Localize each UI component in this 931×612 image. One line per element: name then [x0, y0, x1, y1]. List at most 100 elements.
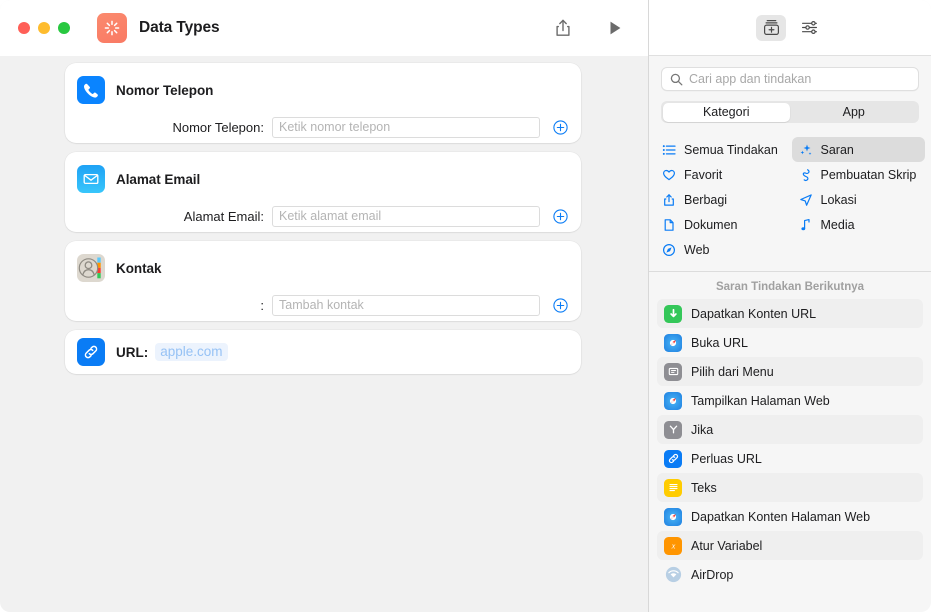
action-card-url[interactable]: URL: apple.com: [65, 330, 581, 374]
minimize-button[interactable]: [38, 22, 50, 34]
shortcuts-window: Data Types Nomor Telepon Nomor Telepon: …: [0, 0, 931, 612]
category-item-dokumen[interactable]: Dokumen: [655, 212, 789, 237]
url-token[interactable]: apple.com: [155, 342, 228, 362]
category-grid: Semua Tindakan Saran Favorit Pembuatan S…: [649, 133, 931, 272]
card-header: Nomor Telepon: [65, 63, 581, 107]
card-header: URL: apple.com: [65, 330, 581, 374]
mail-icon: [77, 165, 105, 193]
suggestion-label: Atur Variabel: [691, 538, 763, 553]
suggestion-label: Dapatkan Konten URL: [691, 306, 817, 321]
suggestion-row[interactable]: x Atur Variabel: [657, 531, 923, 560]
close-button[interactable]: [18, 22, 30, 34]
suggestion-row[interactable]: Teks: [657, 473, 923, 502]
contacts-icon: [77, 254, 105, 282]
safari-icon: [664, 507, 682, 526]
card-parameter-row: Alamat Email: Ketik alamat email: [65, 196, 581, 236]
suggestion-label: Teks: [691, 480, 717, 495]
suggestion-row[interactable]: Buka URL: [657, 328, 923, 357]
action-card-contact[interactable]: Kontak : Tambah kontak: [65, 241, 581, 321]
category-label: Favorit: [684, 167, 723, 182]
category-label: Pembuatan Skrip: [820, 167, 917, 182]
action-library-button[interactable]: [756, 14, 786, 41]
tab-app[interactable]: App: [790, 103, 918, 122]
card-title: Alamat Email: [116, 171, 201, 187]
scripting-icon: [798, 168, 814, 182]
add-icon: [552, 119, 568, 135]
suggestion-row[interactable]: Perluas URL: [657, 444, 923, 473]
suggestion-row[interactable]: Dapatkan Konten URL: [657, 299, 923, 328]
suggestion-label: Tampilkan Halaman Web: [691, 393, 830, 408]
compass-icon: [661, 243, 677, 257]
category-item-web[interactable]: Web: [655, 237, 789, 262]
search-placeholder: Cari app dan tindakan: [689, 72, 812, 86]
document-title: Data Types: [139, 19, 220, 36]
card-parameter-row: Nomor Telepon: Ketik nomor telepon: [65, 107, 581, 147]
category-label: Media: [820, 217, 855, 232]
sliders-icon: [801, 21, 817, 35]
category-item-berbagi[interactable]: Berbagi: [655, 187, 789, 212]
add-email-button[interactable]: [549, 205, 571, 227]
parameter-label: :: [260, 297, 264, 313]
contact-input[interactable]: Tambah kontak: [272, 294, 540, 316]
traffic-lights: [18, 22, 70, 34]
suggestions-list: Dapatkan Konten URL Buka URL Pilih dari …: [649, 299, 931, 612]
category-label: Berbagi: [684, 192, 728, 207]
category-label: Web: [684, 242, 710, 257]
editor-pane: Data Types Nomor Telepon Nomor Telepon: …: [0, 0, 648, 612]
tab-kategori[interactable]: Kategori: [662, 102, 790, 122]
suggestion-row[interactable]: Jika: [657, 415, 923, 444]
add-icon: [552, 208, 568, 224]
suggestion-label: Perluas URL: [691, 451, 762, 466]
suggestion-row[interactable]: Tampilkan Halaman Web: [657, 386, 923, 415]
card-parameter-row: : Tambah kontak: [65, 285, 581, 325]
run-button[interactable]: [598, 13, 632, 43]
category-item-media[interactable]: Media: [792, 212, 926, 237]
titlebar: Data Types: [0, 0, 648, 56]
search-icon: [670, 73, 683, 85]
parameter-label: Nomor Telepon:: [172, 119, 264, 135]
sparkles-icon: [798, 143, 814, 157]
category-item-semua-tindakan[interactable]: Semua Tindakan: [655, 137, 789, 162]
link-icon: [664, 449, 682, 468]
category-label: Dokumen: [684, 217, 738, 232]
add-contact-button[interactable]: [549, 294, 571, 316]
suggestion-label: Pilih dari Menu: [691, 364, 774, 379]
suggestion-label: Dapatkan Konten Halaman Web: [691, 509, 871, 524]
add-icon: [552, 297, 568, 313]
library-filter-area: Kategori App: [649, 91, 931, 133]
card-title: Kontak: [116, 260, 162, 276]
card-title: Nomor Telepon: [116, 82, 214, 98]
parameter-label: Alamat Email:: [183, 208, 264, 224]
share-button[interactable]: [546, 13, 580, 43]
action-card-phone-number[interactable]: Nomor Telepon Nomor Telepon: Ketik nomor…: [65, 63, 581, 143]
suggestion-row[interactable]: AirDrop: [657, 560, 923, 589]
category-item-saran[interactable]: Saran: [791, 137, 925, 162]
card-header: Kontak: [65, 241, 581, 285]
email-address-input[interactable]: Ketik alamat email: [272, 205, 540, 227]
phone-number-input[interactable]: Ketik nomor telepon: [272, 116, 540, 138]
action-card-email-address[interactable]: Alamat Email Alamat Email: Ketik alamat …: [65, 152, 581, 232]
library-segmented-control: Kategori App: [661, 101, 919, 123]
category-item-lokasi[interactable]: Lokasi: [792, 187, 926, 212]
location-arrow-icon: [798, 193, 814, 207]
category-item-favorit[interactable]: Favorit: [655, 162, 789, 187]
suggestion-row[interactable]: Pilih dari Menu: [657, 357, 923, 386]
heart-icon: [661, 168, 677, 182]
card-header: Alamat Email: [65, 152, 581, 196]
suggestions-header: Saran Tindakan Berikutnya: [715, 281, 865, 293]
safari-icon: [664, 333, 682, 352]
suggestion-label: Buka URL: [691, 335, 748, 350]
shortcut-details-button[interactable]: [794, 15, 824, 41]
url-label: URL:: [116, 344, 149, 360]
shortcut-canvas: Nomor Telepon Nomor Telepon: Ketik nomor…: [0, 56, 648, 612]
zoom-button[interactable]: [58, 22, 70, 34]
suggestion-row[interactable]: Dapatkan Konten Halaman Web: [657, 502, 923, 531]
suggestion-label: Jika: [691, 422, 714, 437]
safari-icon: [664, 391, 682, 410]
download-icon: [664, 304, 682, 323]
search-field[interactable]: Cari app dan tindakan: [661, 67, 919, 91]
add-phone-button[interactable]: [549, 116, 571, 138]
menu-icon: [664, 362, 682, 381]
share-icon: [661, 193, 677, 207]
category-item-pembuatan-skrip[interactable]: Pembuatan Skrip: [792, 162, 926, 187]
